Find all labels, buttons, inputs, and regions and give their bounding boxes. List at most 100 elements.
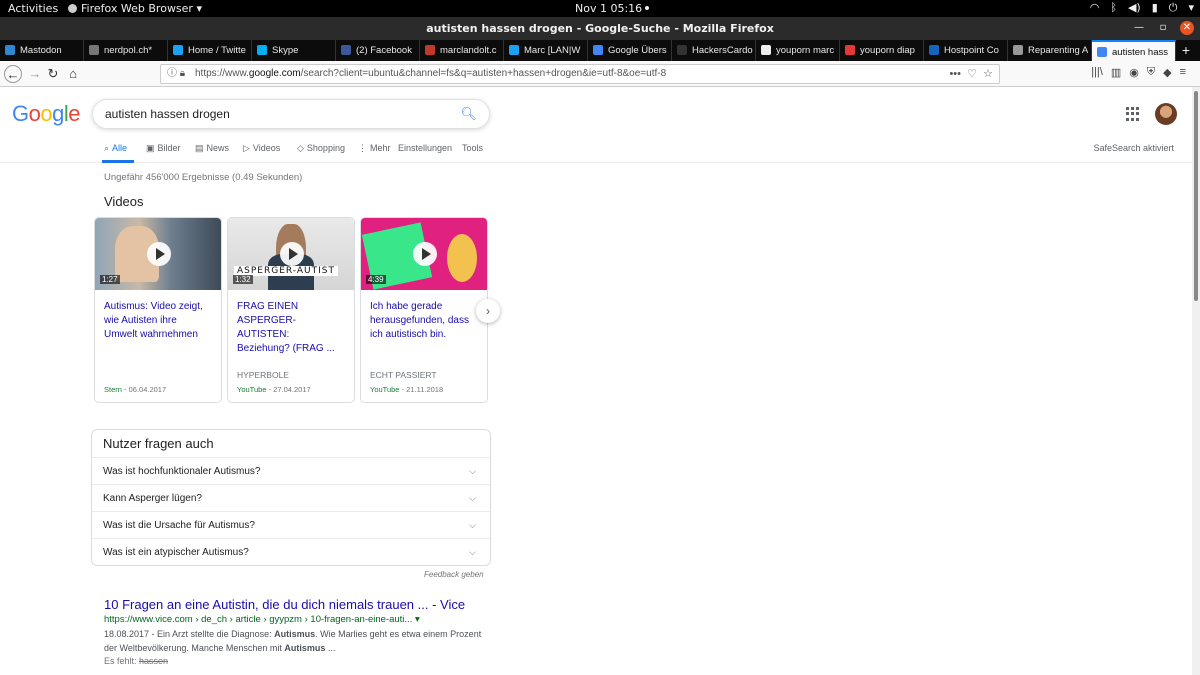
browser-tab-label: Reparenting A xyxy=(1028,45,1089,56)
browser-tab[interactable]: Mastodon xyxy=(0,40,84,61)
tab-videos[interactable]: ▷ Videos xyxy=(243,143,280,154)
browser-tab[interactable]: Home / Twitte xyxy=(168,40,252,61)
tab-bilder[interactable]: ▣ Bilder xyxy=(146,143,181,154)
bluetooth-icon: ᛒ xyxy=(1110,1,1117,14)
reload-button[interactable]: ↻ xyxy=(44,65,62,83)
ublock-icon[interactable]: ⛨ xyxy=(1147,66,1155,79)
safesearch-status[interactable]: SafeSearch aktiviert xyxy=(1093,143,1174,153)
tab-tools[interactable]: Tools xyxy=(462,143,483,153)
new-tab-button[interactable]: + xyxy=(1176,40,1196,61)
paa-question[interactable]: Was ist hochfunktionaler Autismus? ⌵ xyxy=(92,457,490,484)
paa-question[interactable]: Was ist ein atypischer Autismus? ⌵ xyxy=(92,538,490,565)
tab-shopping[interactable]: ◇ Shopping xyxy=(297,143,345,154)
tab-alle-label: Alle xyxy=(112,143,128,153)
browser-tab[interactable]: HackersCardo xyxy=(672,40,756,61)
tab-news[interactable]: ▤ News xyxy=(195,143,229,154)
search-icon[interactable]: 🔍︎ xyxy=(460,100,477,128)
home-button[interactable]: ⌂ xyxy=(64,65,82,83)
chevron-down-icon: ⌵ xyxy=(469,466,476,476)
sidebar-icon[interactable]: ▥ xyxy=(1111,66,1121,79)
paa-question[interactable]: Was ist die Ursache für Autismus? ⌵ xyxy=(92,511,490,538)
chevron-down-icon: ⌵ xyxy=(469,493,476,503)
url-prefix: https://www. xyxy=(195,68,249,79)
clock[interactable]: Nov 1 05:16 xyxy=(575,2,650,15)
browser-tab[interactable]: (2) Facebook xyxy=(336,40,420,61)
missing-word: hassen xyxy=(139,656,169,666)
result-snippet: 18.08.2017 - Ein Arzt stellte die Diagno… xyxy=(104,627,494,655)
video-thumbnail[interactable]: 1:27 xyxy=(95,218,221,290)
video-meta: Stern - 06.04.2017 xyxy=(104,385,166,394)
result-title[interactable]: 10 Fragen an eine Autistin, die du dich … xyxy=(104,597,494,612)
activities-button[interactable]: Activities xyxy=(8,2,58,15)
browser-tab[interactable]: youporn marc xyxy=(756,40,840,61)
video-card[interactable]: ASPERGER-AUTIST 1:32 FRAG EINEN ASPERGER… xyxy=(227,217,355,403)
avatar[interactable] xyxy=(1155,103,1177,125)
forward-button[interactable]: → xyxy=(26,65,44,83)
browser-tab[interactable]: Reparenting A xyxy=(1008,40,1092,61)
browser-tab[interactable]: marclandolt.c xyxy=(420,40,504,61)
tab-mehr[interactable]: ⋮ Mehr xyxy=(358,143,391,154)
url-host: google.com xyxy=(248,68,301,79)
tab-einstellungen[interactable]: Einstellungen xyxy=(398,143,452,153)
video-thumbnail[interactable]: 4:39 xyxy=(361,218,487,290)
video-card[interactable]: 1:27 Autismus: Video zeigt, wie Autisten… xyxy=(94,217,222,403)
close-button[interactable]: ✕ xyxy=(1180,21,1194,35)
maximize-button[interactable]: ▫ xyxy=(1156,21,1170,35)
tab-strip: Mastodon nerdpol.ch* Home / Twitte Skype (2)… xyxy=(0,40,1200,61)
browser-tab-label: Marc [LAN|W xyxy=(524,45,581,56)
browser-tab[interactable]: Hostpoint Co xyxy=(924,40,1008,61)
back-button[interactable]: ← xyxy=(4,65,22,83)
scrollbar-thumb[interactable] xyxy=(1194,91,1198,301)
browser-tab[interactable]: Google Übers xyxy=(588,40,672,61)
video-date: - 27.04.2017 xyxy=(266,385,311,394)
window-titlebar: autisten hassen drogen - Google-Suche - … xyxy=(0,17,1200,40)
extension-icon[interactable]: ◆ xyxy=(1163,66,1171,79)
tab-alle[interactable]: ⌕ Alle xyxy=(104,143,127,154)
video-title[interactable]: Autismus: Video zeigt, wie Autisten ihre… xyxy=(104,300,204,342)
video-duration: 1:27 xyxy=(100,275,120,284)
pocket-icon[interactable]: ♡ xyxy=(967,68,977,80)
app-menu[interactable]: Firefox Web Browser ▾ xyxy=(68,2,202,15)
library-icon[interactable]: |||\ xyxy=(1091,66,1103,79)
navigation-toolbar: ← → ↻ ⌂ ⓘ 🔒︎ https://www.google.com/sear… xyxy=(0,61,1200,87)
paa-question-text: Was ist ein atypischer Autismus? xyxy=(103,547,249,558)
paa-question[interactable]: Kann Asperger lügen? ⌵ xyxy=(92,484,490,511)
menu-icon[interactable]: ≡ xyxy=(1180,66,1186,79)
favicon-icon xyxy=(593,45,603,55)
favicon-icon xyxy=(173,45,183,55)
search-query: autisten hassen drogen xyxy=(105,107,230,121)
next-videos-button[interactable]: › xyxy=(476,299,500,323)
page-actions-icon[interactable]: ••• xyxy=(949,68,961,80)
favicon-icon xyxy=(929,45,939,55)
browser-tab[interactable]: Skype xyxy=(252,40,336,61)
video-thumbnail[interactable]: ASPERGER-AUTIST 1:32 xyxy=(228,218,354,290)
bookmark-star-icon[interactable]: ☆ xyxy=(983,68,993,80)
video-card[interactable]: 4:39 Ich habe gerade herausgefunden, das… xyxy=(360,217,488,403)
info-icon[interactable]: ⓘ xyxy=(167,68,177,79)
favicon-icon xyxy=(845,45,855,55)
minimize-button[interactable]: — xyxy=(1132,21,1146,35)
search-input[interactable]: autisten hassen drogen 🔍︎ xyxy=(92,99,490,129)
browser-tab-label: Google Übers xyxy=(608,45,667,56)
paa-question-text: Kann Asperger lügen? xyxy=(103,493,202,504)
browser-tab[interactable]: youporn diap xyxy=(840,40,924,61)
power-icon: ⏻ xyxy=(1168,1,1178,14)
browser-tab[interactable]: Marc [LAN|W xyxy=(504,40,588,61)
browser-tab[interactable]: nerdpol.ch* xyxy=(84,40,168,61)
account-icon[interactable]: ◉ xyxy=(1129,66,1139,79)
video-source: ECHT PASSIERT xyxy=(370,370,437,380)
browser-tab[interactable]: autisten hass xyxy=(1092,40,1176,61)
feedback-link[interactable]: Feedback geben xyxy=(424,570,484,579)
page-scrollbar[interactable] xyxy=(1192,87,1200,675)
result-url[interactable]: https://www.vice.com › de_ch › article ›… xyxy=(104,614,494,625)
tag-icon: ◇ xyxy=(297,143,304,153)
google-logo[interactable]: Google xyxy=(12,101,81,127)
apps-grid-icon[interactable] xyxy=(1126,107,1140,121)
browser-tab-label: youporn marc xyxy=(776,45,835,56)
video-title[interactable]: Ich habe gerade herausgefunden, dass ich… xyxy=(370,300,470,342)
system-tray[interactable]: ◠ ᛒ ◀) ▮ ⏻ ▾ xyxy=(1090,1,1194,15)
url-bar[interactable]: ⓘ 🔒︎ https://www.google.com/search?clien… xyxy=(160,64,1000,84)
video-title[interactable]: FRAG EINEN ASPERGER-AUTISTEN: Beziehung?… xyxy=(237,300,337,356)
google-results-page: Google autisten hassen drogen 🔍︎ ⌕ Alle ▣… xyxy=(0,87,1192,675)
missing-terms: Es fehlt: hassen xyxy=(104,656,494,666)
